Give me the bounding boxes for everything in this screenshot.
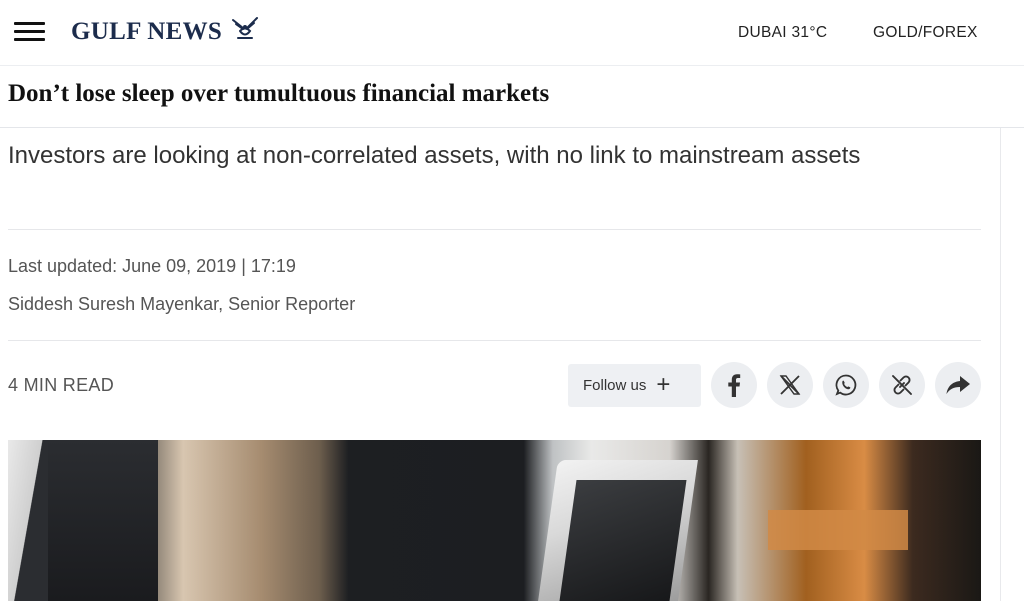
share-button[interactable] (935, 362, 981, 408)
facebook-icon (728, 374, 741, 397)
copy-link-button[interactable] (879, 362, 925, 408)
divider (8, 229, 981, 230)
x-icon (779, 375, 801, 395)
article-summary: Investors are looking at non-correlated … (8, 142, 861, 169)
whatsapp-share-button[interactable] (823, 362, 869, 408)
last-updated: Last updated: June 09, 2019 | 17:19 (8, 256, 296, 276)
author-byline[interactable]: Siddesh Suresh Mayenkar, Senior Reporter (8, 294, 355, 315)
divider (8, 340, 981, 341)
x-share-button[interactable] (767, 362, 813, 408)
gold-forex-link[interactable]: GOLD/FOREX (873, 24, 978, 42)
article-title: Don’t lose sleep over tumultuous financi… (8, 80, 550, 107)
article-title-bar: Don’t lose sleep over tumultuous financi… (0, 66, 1024, 128)
whatsapp-icon (835, 374, 857, 396)
falcon-emblem-icon (232, 17, 259, 39)
right-rail-divider (1000, 128, 1001, 601)
hamburger-menu-icon[interactable] (14, 21, 46, 43)
follow-us-button[interactable]: Follow us + (568, 364, 701, 407)
gulf-news-logo[interactable]: GULF NEWS (71, 16, 260, 48)
link-icon (892, 375, 912, 395)
article-hero-image (8, 440, 981, 601)
site-header: GULF NEWS DUBAI 31°C GOLD/FOREX (0, 0, 1024, 66)
share-arrow-icon (946, 376, 970, 394)
logo-text: GULF NEWS (71, 18, 223, 45)
facebook-share-button[interactable] (711, 362, 757, 408)
read-time: 4 MIN READ (8, 375, 115, 395)
weather-link[interactable]: DUBAI 31°C (738, 24, 827, 42)
plus-icon: + (656, 370, 671, 398)
follow-us-label: Follow us (583, 377, 647, 394)
